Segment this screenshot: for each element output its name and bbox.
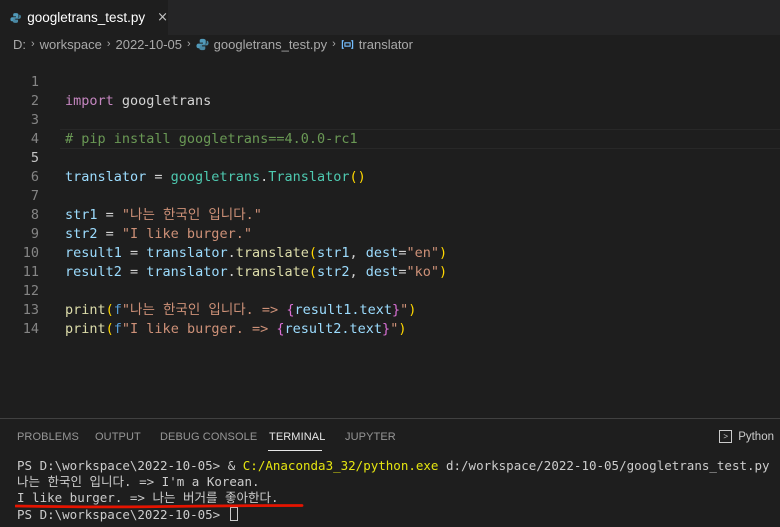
code-line: 8 str2 = "I like burger." <box>0 187 780 242</box>
code-line: 12 print(f"나는 한국인 입니다. => {result1.text}… <box>0 263 780 318</box>
terminal-cursor <box>229 507 238 521</box>
code-editor[interactable]: 1 import googletrans 2 3 # pip install g… <box>0 53 780 418</box>
tab-googletrans-test[interactable]: googletrans_test.py × <box>0 0 168 35</box>
code-line: 6 <box>0 149 780 185</box>
breadcrumb-date-folder[interactable]: 2022-10-05 <box>115 37 182 52</box>
line-number: 14 <box>22 321 39 337</box>
chevron-right-icon: › <box>31 38 35 50</box>
code-token: ) <box>398 321 407 337</box>
terminal-argument: d:/workspace/2022-10-05/googletrans_test… <box>438 458 770 473</box>
editor-tab-bar: googletrans_test.py × <box>0 0 780 35</box>
code-token: } <box>382 321 391 337</box>
bottom-panel: PROBLEMS OUTPUT DEBUG CONSOLE TERMINAL J… <box>0 418 780 527</box>
breadcrumb-workspace[interactable]: workspace <box>40 37 102 52</box>
breadcrumb-drive[interactable]: D: <box>13 37 26 52</box>
code-line: 11 <box>0 244 780 280</box>
code-line: 4 <box>0 111 780 147</box>
variable-symbol-icon <box>341 39 354 49</box>
code-token: ( <box>105 321 114 337</box>
terminal-prompt: PS D:\workspace\2022-10-05> <box>17 507 228 522</box>
code-line: 9 result1 = translator.translate(str1, d… <box>0 206 780 261</box>
active-tab-indicator <box>268 450 322 451</box>
code-line: 14 <box>0 301 780 337</box>
panel-tab-bar: PROBLEMS OUTPUT DEBUG CONSOLE TERMINAL J… <box>0 419 780 455</box>
code-line: 5 translator = googletrans.Translator() <box>0 130 780 185</box>
python-file-icon <box>196 38 209 50</box>
breadcrumb: D: › workspace › 2022-10-05 › googletran… <box>0 35 780 53</box>
tab-debug-console[interactable]: DEBUG CONSOLE <box>160 431 257 443</box>
chevron-right-icon: › <box>332 38 336 50</box>
close-icon[interactable]: × <box>157 10 168 25</box>
tab-label: googletrans_test.py <box>27 10 146 25</box>
tab-jupyter[interactable]: JUPYTER <box>345 431 396 443</box>
terminal-icon: > <box>719 430 733 443</box>
terminal-line: PS D:\workspace\2022-10-05> & C:/Anacond… <box>17 457 770 474</box>
code-line: 3 # pip install googletrans==4.0.0-rc1 <box>0 92 780 147</box>
code-token: "I like burger. => <box>121 321 277 337</box>
tab-output[interactable]: OUTPUT <box>95 431 141 443</box>
terminal-prompt: PS D:\workspace\2022-10-05> & <box>17 458 243 473</box>
code-line: 1 import googletrans <box>0 54 780 109</box>
code-token: { <box>276 321 285 337</box>
terminal-kind-label: Python <box>738 430 774 443</box>
chevron-right-icon: › <box>186 38 191 50</box>
code-line: 2 <box>0 73 780 109</box>
terminal-command: C:/Anaconda3_32/python.exe <box>242 458 439 473</box>
chevron-right-icon: › <box>106 38 111 50</box>
red-underline-annotation <box>15 504 304 509</box>
terminal-line: 나는 한국인 입니다. => I'm a Korean. <box>17 474 260 489</box>
code-line: 7 str1 = "나는 한국인 입니다." <box>0 168 780 223</box>
python-file-icon <box>10 12 21 23</box>
breadcrumb-file[interactable]: googletrans_test.py <box>214 37 327 52</box>
code-token: print <box>65 321 106 337</box>
breadcrumb-symbol[interactable]: translator <box>359 37 413 52</box>
tab-terminal[interactable]: TERMINAL <box>269 431 325 443</box>
terminal-selector[interactable]: > Python <box>719 430 774 443</box>
tab-problems[interactable]: PROBLEMS <box>17 431 79 443</box>
code-token: result2.text <box>284 321 383 337</box>
code-line: 13 print(f"I like burger. => {result2.te… <box>0 282 780 337</box>
code-token: f <box>113 321 122 337</box>
code-line: 10 result2 = translator.translate(str2, … <box>0 225 780 280</box>
